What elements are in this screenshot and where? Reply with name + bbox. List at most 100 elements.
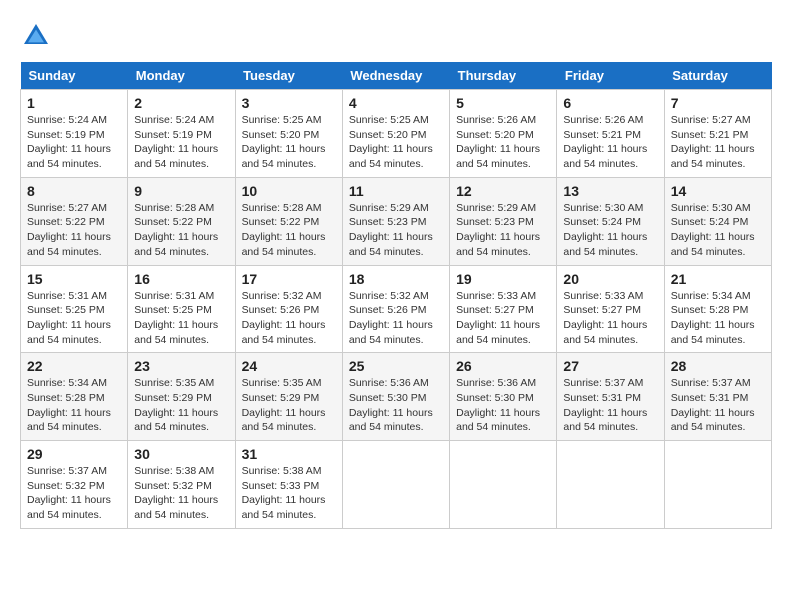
- day-number: 12: [456, 183, 550, 199]
- day-info: Sunrise: 5:35 AMSunset: 5:29 PMDaylight:…: [242, 377, 326, 433]
- weekday-header-tuesday: Tuesday: [235, 62, 342, 90]
- day-info: Sunrise: 5:30 AMSunset: 5:24 PMDaylight:…: [563, 202, 647, 258]
- calendar-cell: 20 Sunrise: 5:33 AMSunset: 5:27 PMDaylig…: [557, 265, 664, 353]
- calendar-cell: 14 Sunrise: 5:30 AMSunset: 5:24 PMDaylig…: [664, 177, 771, 265]
- day-number: 23: [134, 358, 228, 374]
- calendar-cell: 22 Sunrise: 5:34 AMSunset: 5:28 PMDaylig…: [21, 353, 128, 441]
- day-number: 25: [349, 358, 443, 374]
- day-info: Sunrise: 5:37 AMSunset: 5:31 PMDaylight:…: [671, 377, 755, 433]
- day-info: Sunrise: 5:29 AMSunset: 5:23 PMDaylight:…: [349, 202, 433, 258]
- day-number: 27: [563, 358, 657, 374]
- day-info: Sunrise: 5:24 AMSunset: 5:19 PMDaylight:…: [134, 114, 218, 170]
- calendar-cell: 11 Sunrise: 5:29 AMSunset: 5:23 PMDaylig…: [342, 177, 449, 265]
- day-info: Sunrise: 5:31 AMSunset: 5:25 PMDaylight:…: [27, 290, 111, 346]
- day-number: 21: [671, 271, 765, 287]
- day-info: Sunrise: 5:33 AMSunset: 5:27 PMDaylight:…: [563, 290, 647, 346]
- calendar-cell: 8 Sunrise: 5:27 AMSunset: 5:22 PMDayligh…: [21, 177, 128, 265]
- calendar-cell: 6 Sunrise: 5:26 AMSunset: 5:21 PMDayligh…: [557, 90, 664, 178]
- day-info: Sunrise: 5:29 AMSunset: 5:23 PMDaylight:…: [456, 202, 540, 258]
- day-number: 3: [242, 95, 336, 111]
- day-info: Sunrise: 5:32 AMSunset: 5:26 PMDaylight:…: [242, 290, 326, 346]
- calendar-cell: 12 Sunrise: 5:29 AMSunset: 5:23 PMDaylig…: [450, 177, 557, 265]
- calendar-cell: 27 Sunrise: 5:37 AMSunset: 5:31 PMDaylig…: [557, 353, 664, 441]
- calendar-cell: 31 Sunrise: 5:38 AMSunset: 5:33 PMDaylig…: [235, 441, 342, 529]
- day-info: Sunrise: 5:32 AMSunset: 5:26 PMDaylight:…: [349, 290, 433, 346]
- calendar-cell: 17 Sunrise: 5:32 AMSunset: 5:26 PMDaylig…: [235, 265, 342, 353]
- day-info: Sunrise: 5:34 AMSunset: 5:28 PMDaylight:…: [27, 377, 111, 433]
- day-number: 26: [456, 358, 550, 374]
- day-info: Sunrise: 5:35 AMSunset: 5:29 PMDaylight:…: [134, 377, 218, 433]
- weekday-header-wednesday: Wednesday: [342, 62, 449, 90]
- day-info: Sunrise: 5:27 AMSunset: 5:21 PMDaylight:…: [671, 114, 755, 170]
- day-number: 13: [563, 183, 657, 199]
- weekday-header-saturday: Saturday: [664, 62, 771, 90]
- day-number: 15: [27, 271, 121, 287]
- day-number: 10: [242, 183, 336, 199]
- calendar-cell: [450, 441, 557, 529]
- weekday-header-thursday: Thursday: [450, 62, 557, 90]
- day-number: 22: [27, 358, 121, 374]
- day-number: 5: [456, 95, 550, 111]
- logo: [20, 20, 58, 52]
- day-number: 1: [27, 95, 121, 111]
- day-info: Sunrise: 5:24 AMSunset: 5:19 PMDaylight:…: [27, 114, 111, 170]
- calendar-table: SundayMondayTuesdayWednesdayThursdayFrid…: [20, 62, 772, 529]
- day-info: Sunrise: 5:34 AMSunset: 5:28 PMDaylight:…: [671, 290, 755, 346]
- day-info: Sunrise: 5:38 AMSunset: 5:32 PMDaylight:…: [134, 465, 218, 521]
- calendar-cell: 4 Sunrise: 5:25 AMSunset: 5:20 PMDayligh…: [342, 90, 449, 178]
- day-number: 4: [349, 95, 443, 111]
- calendar-cell: 10 Sunrise: 5:28 AMSunset: 5:22 PMDaylig…: [235, 177, 342, 265]
- day-number: 14: [671, 183, 765, 199]
- day-info: Sunrise: 5:28 AMSunset: 5:22 PMDaylight:…: [242, 202, 326, 258]
- day-info: Sunrise: 5:26 AMSunset: 5:21 PMDaylight:…: [563, 114, 647, 170]
- calendar-cell: 1 Sunrise: 5:24 AMSunset: 5:19 PMDayligh…: [21, 90, 128, 178]
- day-info: Sunrise: 5:33 AMSunset: 5:27 PMDaylight:…: [456, 290, 540, 346]
- calendar-cell: 19 Sunrise: 5:33 AMSunset: 5:27 PMDaylig…: [450, 265, 557, 353]
- calendar-cell: 2 Sunrise: 5:24 AMSunset: 5:19 PMDayligh…: [128, 90, 235, 178]
- day-number: 20: [563, 271, 657, 287]
- day-info: Sunrise: 5:28 AMSunset: 5:22 PMDaylight:…: [134, 202, 218, 258]
- calendar-cell: 3 Sunrise: 5:25 AMSunset: 5:20 PMDayligh…: [235, 90, 342, 178]
- day-number: 7: [671, 95, 765, 111]
- calendar-cell: 28 Sunrise: 5:37 AMSunset: 5:31 PMDaylig…: [664, 353, 771, 441]
- calendar-cell: 30 Sunrise: 5:38 AMSunset: 5:32 PMDaylig…: [128, 441, 235, 529]
- day-info: Sunrise: 5:36 AMSunset: 5:30 PMDaylight:…: [349, 377, 433, 433]
- calendar-cell: 5 Sunrise: 5:26 AMSunset: 5:20 PMDayligh…: [450, 90, 557, 178]
- calendar-cell: [557, 441, 664, 529]
- calendar-cell: 7 Sunrise: 5:27 AMSunset: 5:21 PMDayligh…: [664, 90, 771, 178]
- calendar-cell: 25 Sunrise: 5:36 AMSunset: 5:30 PMDaylig…: [342, 353, 449, 441]
- day-info: Sunrise: 5:37 AMSunset: 5:31 PMDaylight:…: [563, 377, 647, 433]
- day-info: Sunrise: 5:36 AMSunset: 5:30 PMDaylight:…: [456, 377, 540, 433]
- day-info: Sunrise: 5:30 AMSunset: 5:24 PMDaylight:…: [671, 202, 755, 258]
- day-number: 30: [134, 446, 228, 462]
- calendar-cell: 15 Sunrise: 5:31 AMSunset: 5:25 PMDaylig…: [21, 265, 128, 353]
- day-info: Sunrise: 5:25 AMSunset: 5:20 PMDaylight:…: [242, 114, 326, 170]
- day-number: 31: [242, 446, 336, 462]
- calendar-cell: 23 Sunrise: 5:35 AMSunset: 5:29 PMDaylig…: [128, 353, 235, 441]
- day-number: 18: [349, 271, 443, 287]
- logo-icon: [20, 20, 52, 52]
- day-number: 29: [27, 446, 121, 462]
- day-number: 11: [349, 183, 443, 199]
- day-info: Sunrise: 5:37 AMSunset: 5:32 PMDaylight:…: [27, 465, 111, 521]
- day-number: 24: [242, 358, 336, 374]
- day-info: Sunrise: 5:31 AMSunset: 5:25 PMDaylight:…: [134, 290, 218, 346]
- day-info: Sunrise: 5:26 AMSunset: 5:20 PMDaylight:…: [456, 114, 540, 170]
- calendar-cell: 26 Sunrise: 5:36 AMSunset: 5:30 PMDaylig…: [450, 353, 557, 441]
- calendar-cell: 9 Sunrise: 5:28 AMSunset: 5:22 PMDayligh…: [128, 177, 235, 265]
- day-number: 8: [27, 183, 121, 199]
- calendar-cell: 13 Sunrise: 5:30 AMSunset: 5:24 PMDaylig…: [557, 177, 664, 265]
- day-number: 2: [134, 95, 228, 111]
- calendar-cell: 21 Sunrise: 5:34 AMSunset: 5:28 PMDaylig…: [664, 265, 771, 353]
- day-number: 9: [134, 183, 228, 199]
- calendar-cell: 24 Sunrise: 5:35 AMSunset: 5:29 PMDaylig…: [235, 353, 342, 441]
- day-number: 16: [134, 271, 228, 287]
- calendar-cell: 29 Sunrise: 5:37 AMSunset: 5:32 PMDaylig…: [21, 441, 128, 529]
- day-info: Sunrise: 5:27 AMSunset: 5:22 PMDaylight:…: [27, 202, 111, 258]
- calendar-cell: 18 Sunrise: 5:32 AMSunset: 5:26 PMDaylig…: [342, 265, 449, 353]
- calendar-cell: 16 Sunrise: 5:31 AMSunset: 5:25 PMDaylig…: [128, 265, 235, 353]
- page-header: [20, 20, 772, 52]
- day-number: 19: [456, 271, 550, 287]
- day-info: Sunrise: 5:38 AMSunset: 5:33 PMDaylight:…: [242, 465, 326, 521]
- calendar-cell: [342, 441, 449, 529]
